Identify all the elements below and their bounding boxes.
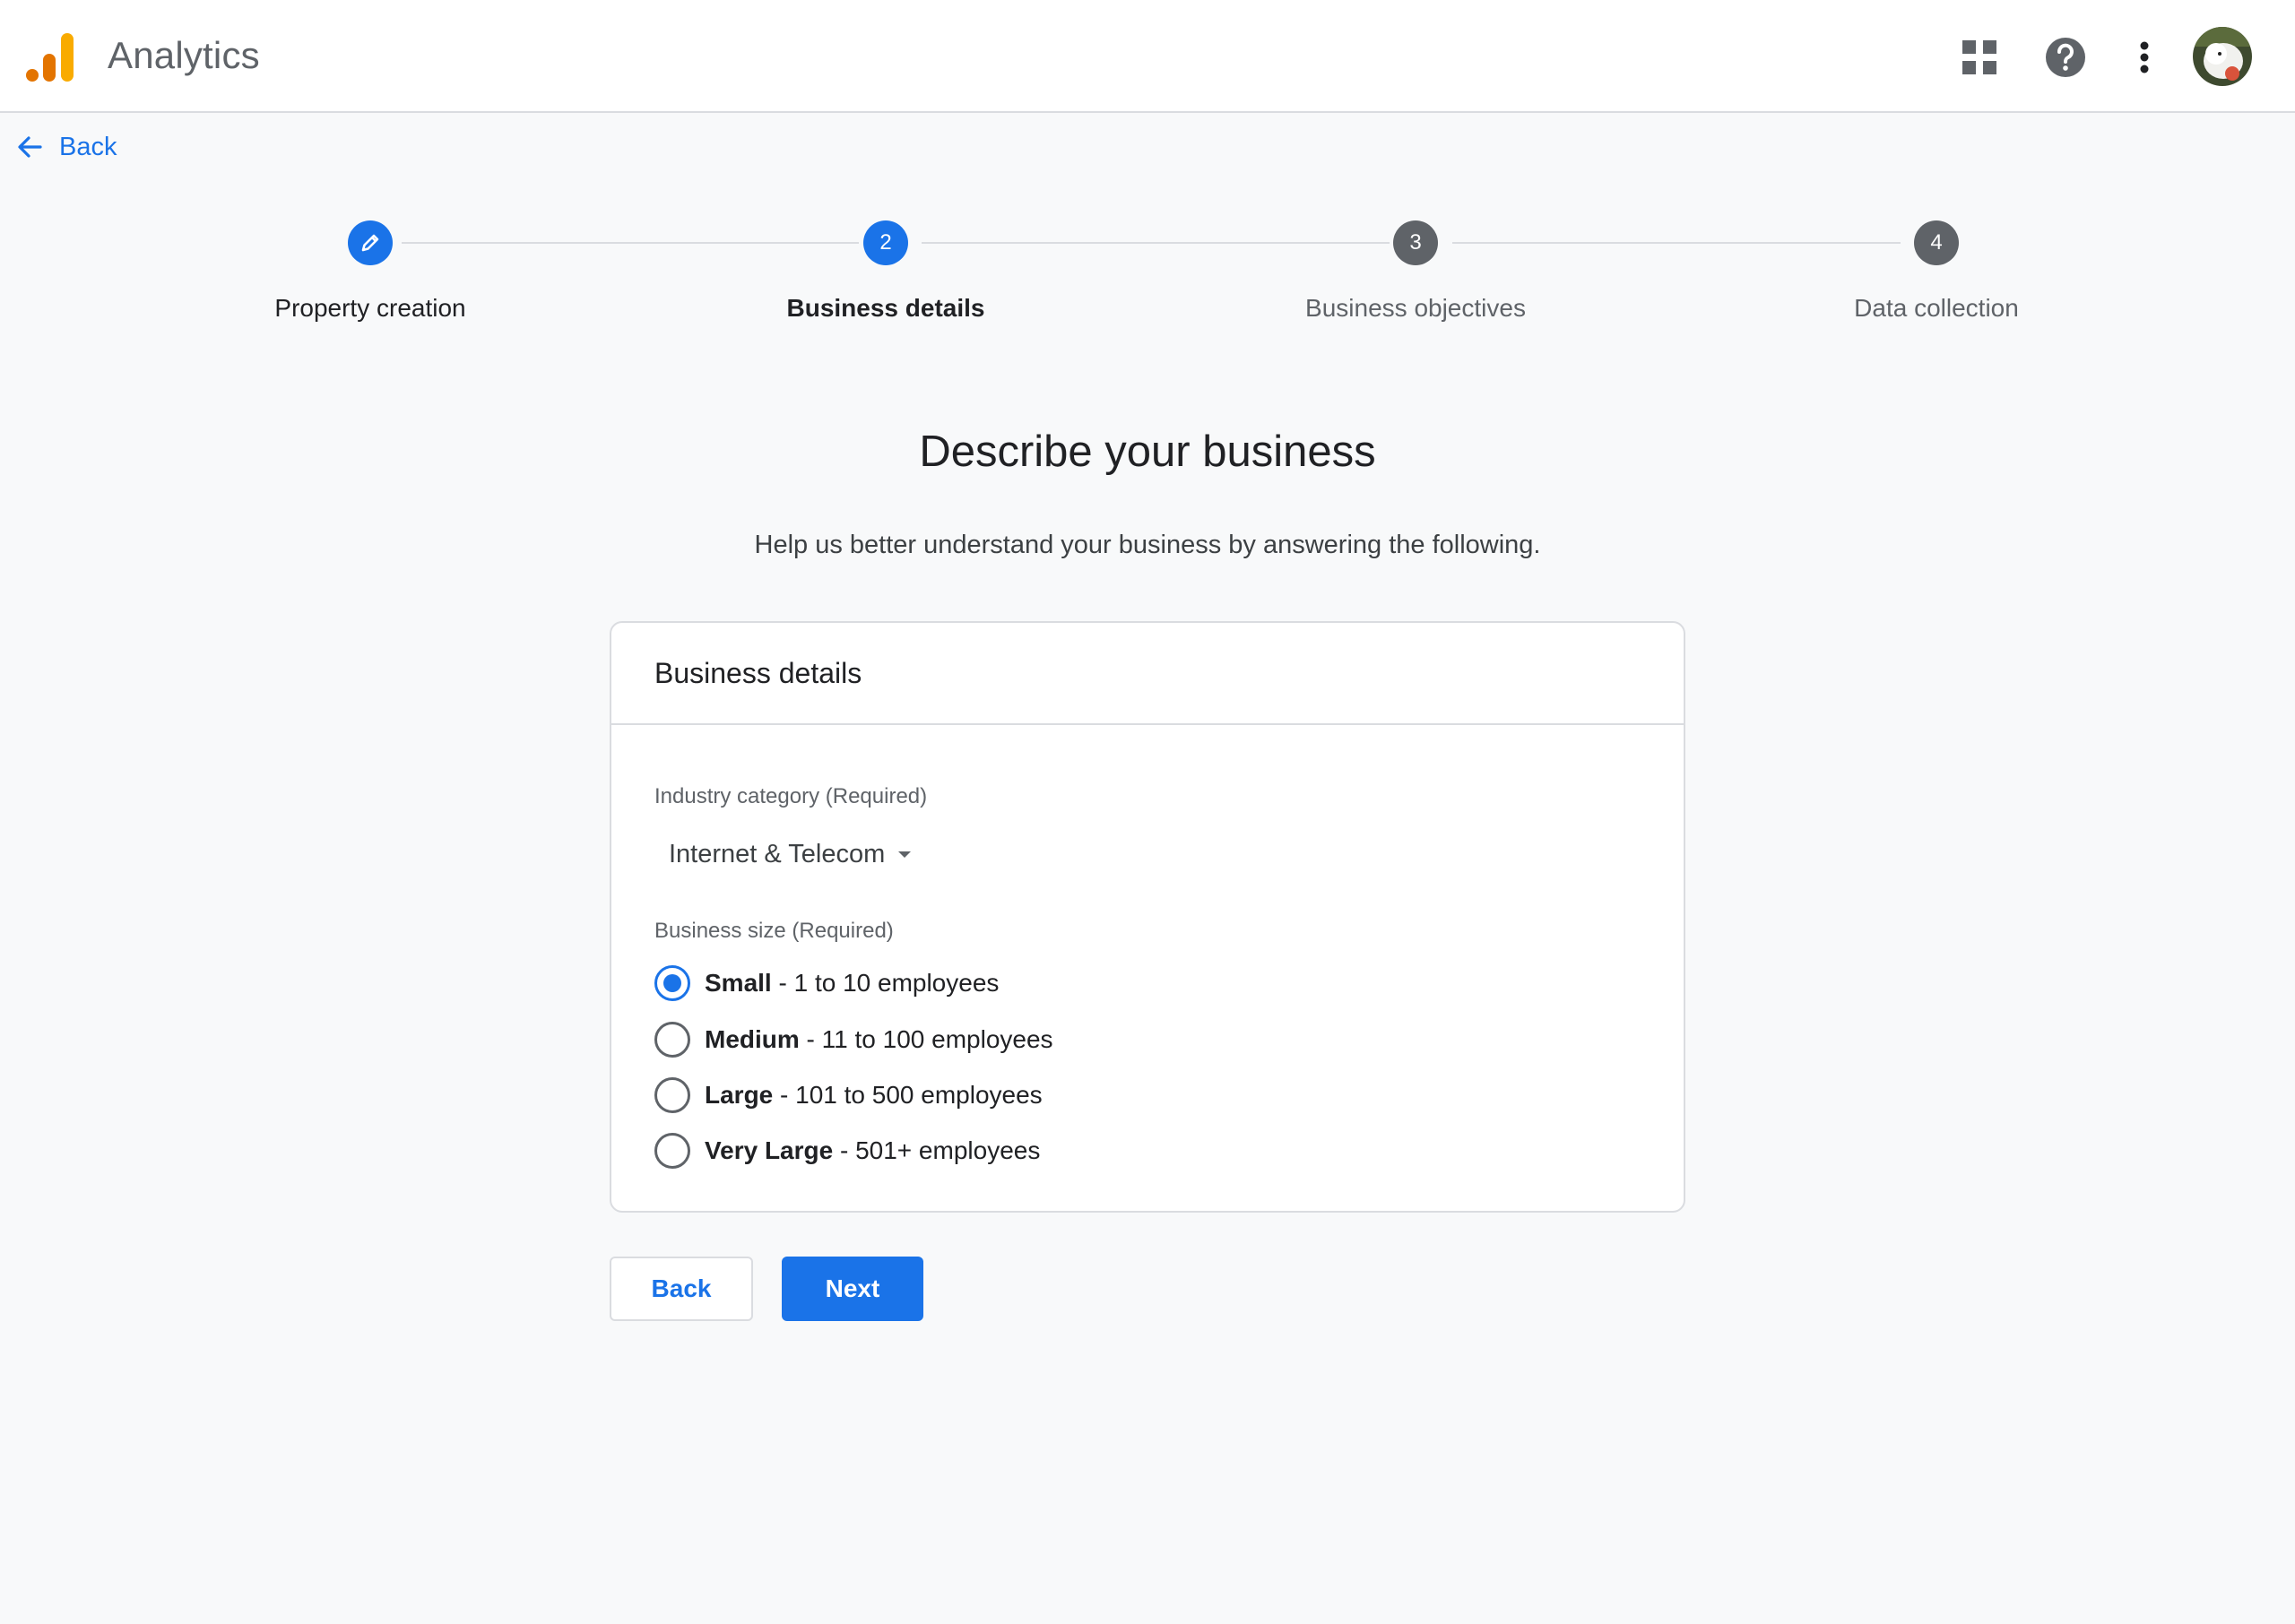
radio-label: Medium - 11 to 100 employees xyxy=(705,1025,1053,1053)
page-title: Describe your business xyxy=(919,428,1376,476)
radio-label: Very Large - 501+ employees xyxy=(705,1136,1041,1164)
step-indicator: 4 xyxy=(1914,220,1959,265)
next-button[interactable]: Next xyxy=(782,1257,923,1321)
page-subtitle: Help us better understand your business … xyxy=(754,531,1541,559)
step-label: Business details xyxy=(786,294,985,322)
card-title: Business details xyxy=(654,656,862,689)
business-size-label: Business size (Required) xyxy=(654,919,894,943)
industry-category-value: Internet & Telecom xyxy=(669,839,886,868)
radio-button[interactable] xyxy=(654,1133,690,1169)
back-link-label: Back xyxy=(59,132,117,161)
account-avatar[interactable] xyxy=(2193,27,2252,86)
radio-option-medium[interactable]: Medium - 11 to 100 employees xyxy=(654,1020,1053,1059)
card-header: Business details xyxy=(611,623,1684,725)
radio-option-small[interactable]: Small - 1 to 10 employees xyxy=(654,963,999,1003)
industry-category-label: Industry category (Required) xyxy=(654,784,928,808)
avatar-image-icon xyxy=(2193,27,2252,86)
industry-category-dropdown[interactable]: Internet & Telecom xyxy=(669,834,914,874)
radio-label: Large - 101 to 500 employees xyxy=(705,1081,1043,1109)
step-business-objectives: 3 Business objectives xyxy=(1227,220,1604,323)
step-indicator: 2 xyxy=(863,220,908,265)
edit-icon xyxy=(361,234,379,252)
business-details-card: Business details Industry category (Requ… xyxy=(610,621,1685,1213)
step-indicator: 3 xyxy=(1393,220,1438,265)
step-label: Business objectives xyxy=(1305,294,1526,322)
radio-selected-dot xyxy=(663,974,681,992)
app-title: Analytics xyxy=(108,34,260,76)
radio-option-large[interactable]: Large - 101 to 500 employees xyxy=(654,1075,1043,1115)
step-number: 3 xyxy=(1409,230,1422,255)
more-vert-icon[interactable] xyxy=(2121,34,2168,81)
back-button[interactable]: Back xyxy=(610,1257,753,1321)
caret-down-icon xyxy=(898,851,912,858)
radio-option-very-large[interactable]: Very Large - 501+ employees xyxy=(654,1131,1040,1170)
step-number: 4 xyxy=(1930,230,1943,255)
step-property-creation[interactable]: Property creation xyxy=(182,220,559,323)
step-label: Data collection xyxy=(1854,294,2019,322)
step-number: 2 xyxy=(879,230,892,255)
step-label: Property creation xyxy=(274,294,466,322)
top-app-bar: Analytics xyxy=(0,0,2295,113)
analytics-logo-icon[interactable] xyxy=(25,30,75,84)
radio-button[interactable] xyxy=(654,965,690,1001)
step-data-collection: 4 Data collection xyxy=(1748,220,2125,323)
help-icon[interactable] xyxy=(2042,34,2089,81)
radio-label: Small - 1 to 10 employees xyxy=(705,969,1000,997)
radio-button[interactable] xyxy=(654,1022,690,1058)
arrow-back-icon xyxy=(18,136,42,158)
step-business-details: 2 Business details xyxy=(697,220,1074,323)
step-indicator xyxy=(348,220,393,265)
radio-button[interactable] xyxy=(654,1077,690,1113)
apps-grid-icon[interactable] xyxy=(1956,34,2003,81)
back-link[interactable]: Back xyxy=(16,127,117,167)
